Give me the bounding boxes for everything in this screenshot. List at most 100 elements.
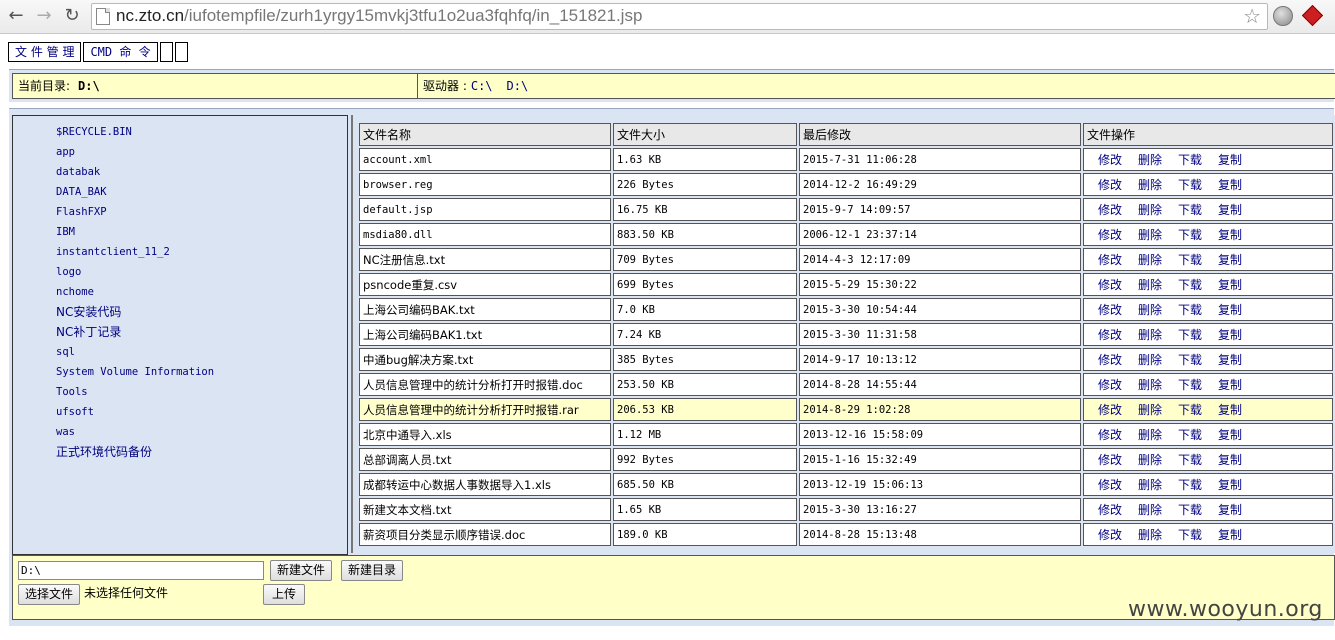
copy-link[interactable]: 复制	[1218, 478, 1242, 492]
edit-link[interactable]: 修改	[1098, 228, 1122, 242]
directory-item[interactable]: System Volume Information	[56, 364, 214, 384]
directory-item[interactable]: IBM	[56, 224, 214, 244]
download-link[interactable]: 下载	[1178, 203, 1202, 217]
edit-link[interactable]: 修改	[1098, 453, 1122, 467]
copy-link[interactable]: 复制	[1218, 528, 1242, 542]
copy-link[interactable]: 复制	[1218, 403, 1242, 417]
directory-item[interactable]: nchome	[56, 284, 214, 304]
delete-link[interactable]: 删除	[1138, 303, 1162, 317]
edit-link[interactable]: 修改	[1098, 253, 1122, 267]
file-name-cell[interactable]: 人员信息管理中的统计分析打开时报错.doc	[359, 373, 611, 396]
file-name-cell[interactable]: 成都转运中心数据人事数据导入1.xls	[359, 473, 611, 496]
download-link[interactable]: 下载	[1178, 478, 1202, 492]
reload-icon[interactable]: ↻	[60, 4, 84, 28]
file-name-cell[interactable]: 新建文本文档.txt	[359, 498, 611, 521]
back-icon[interactable]: ←	[4, 4, 28, 28]
directory-item[interactable]: sql	[56, 344, 214, 364]
copy-link[interactable]: 复制	[1218, 453, 1242, 467]
directory-item[interactable]: NC补丁记录	[56, 324, 214, 344]
cmd-button[interactable]: CMD 命 令	[83, 42, 158, 62]
edit-link[interactable]: 修改	[1098, 328, 1122, 342]
file-manager-button[interactable]: 文 件 管 理	[8, 42, 82, 62]
download-link[interactable]: 下载	[1178, 253, 1202, 267]
copy-link[interactable]: 复制	[1218, 203, 1242, 217]
directory-item[interactable]: instantclient_11_2	[56, 244, 214, 264]
directory-item[interactable]: FlashFXP	[56, 204, 214, 224]
download-link[interactable]: 下载	[1178, 403, 1202, 417]
file-name-cell[interactable]: 人员信息管理中的统计分析打开时报错.rar	[359, 398, 611, 421]
file-name-cell[interactable]: browser.reg	[359, 173, 611, 196]
directory-item[interactable]: databak	[56, 164, 214, 184]
file-name-cell[interactable]: msdia80.dll	[359, 223, 611, 246]
file-name-cell[interactable]: default.jsp	[359, 198, 611, 221]
download-link[interactable]: 下载	[1178, 178, 1202, 192]
delete-link[interactable]: 删除	[1138, 478, 1162, 492]
download-link[interactable]: 下载	[1178, 428, 1202, 442]
delete-link[interactable]: 删除	[1138, 278, 1162, 292]
delete-link[interactable]: 删除	[1138, 378, 1162, 392]
download-link[interactable]: 下载	[1178, 278, 1202, 292]
delete-link[interactable]: 删除	[1138, 453, 1162, 467]
globe-icon[interactable]	[1273, 6, 1293, 26]
address-bar[interactable]: nc.zto.cn/iufotempfile/zurh1yrgy15mvkj3t…	[91, 3, 1268, 30]
copy-link[interactable]: 复制	[1218, 178, 1242, 192]
address-url[interactable]: nc.zto.cn/iufotempfile/zurh1yrgy15mvkj3t…	[116, 6, 642, 26]
download-link[interactable]: 下载	[1178, 528, 1202, 542]
file-name-cell[interactable]: 上海公司编码BAK1.txt	[359, 323, 611, 346]
file-name-cell[interactable]: psncode重复.csv	[359, 273, 611, 296]
edit-link[interactable]: 修改	[1098, 353, 1122, 367]
edit-link[interactable]: 修改	[1098, 503, 1122, 517]
delete-link[interactable]: 删除	[1138, 153, 1162, 167]
download-link[interactable]: 下载	[1178, 503, 1202, 517]
delete-link[interactable]: 删除	[1138, 253, 1162, 267]
choose-file-button[interactable]: 选择文件	[18, 584, 81, 605]
file-name-cell[interactable]: 北京中通导入.xls	[359, 423, 611, 446]
directory-item[interactable]: was	[56, 424, 214, 444]
menu-button-empty-1[interactable]	[159, 42, 173, 62]
file-name-cell[interactable]: 中通bug解决方案.txt	[359, 348, 611, 371]
download-link[interactable]: 下载	[1178, 378, 1202, 392]
directory-item[interactable]: Tools	[56, 384, 214, 404]
copy-link[interactable]: 复制	[1218, 428, 1242, 442]
directory-item[interactable]: NC安装代码	[56, 304, 214, 324]
delete-link[interactable]: 删除	[1138, 178, 1162, 192]
new-file-button[interactable]: 新建文件	[270, 560, 333, 581]
edit-link[interactable]: 修改	[1098, 278, 1122, 292]
copy-link[interactable]: 复制	[1218, 378, 1242, 392]
delete-link[interactable]: 删除	[1138, 403, 1162, 417]
copy-link[interactable]: 复制	[1218, 278, 1242, 292]
delete-link[interactable]: 删除	[1138, 228, 1162, 242]
edit-link[interactable]: 修改	[1098, 378, 1122, 392]
menu-button-empty-2[interactable]	[174, 42, 188, 62]
delete-link[interactable]: 删除	[1138, 528, 1162, 542]
delete-link[interactable]: 删除	[1138, 328, 1162, 342]
download-link[interactable]: 下载	[1178, 153, 1202, 167]
directory-item[interactable]: $RECYCLE.BIN	[56, 124, 214, 144]
directory-item[interactable]: ufsoft	[56, 404, 214, 424]
download-link[interactable]: 下载	[1178, 353, 1202, 367]
download-link[interactable]: 下载	[1178, 228, 1202, 242]
delete-link[interactable]: 删除	[1138, 353, 1162, 367]
delete-link[interactable]: 删除	[1138, 503, 1162, 517]
directory-item[interactable]: app	[56, 144, 214, 164]
edit-link[interactable]: 修改	[1098, 303, 1122, 317]
file-name-cell[interactable]: 上海公司编码BAK.txt	[359, 298, 611, 321]
copy-link[interactable]: 复制	[1218, 503, 1242, 517]
edit-link[interactable]: 修改	[1098, 478, 1122, 492]
download-link[interactable]: 下载	[1178, 328, 1202, 342]
download-link[interactable]: 下载	[1178, 453, 1202, 467]
directory-item[interactable]: DATA_BAK	[56, 184, 214, 204]
file-name-cell[interactable]: 薪资项目分类显示顺序错误.doc	[359, 523, 611, 546]
edit-link[interactable]: 修改	[1098, 178, 1122, 192]
new-directory-button[interactable]: 新建目录	[341, 560, 404, 581]
upload-button[interactable]: 上传	[263, 584, 306, 605]
forward-icon[interactable]: →	[32, 4, 56, 28]
file-name-cell[interactable]: 总部调离人员.txt	[359, 448, 611, 471]
edit-link[interactable]: 修改	[1098, 153, 1122, 167]
copy-link[interactable]: 复制	[1218, 153, 1242, 167]
copy-link[interactable]: 复制	[1218, 253, 1242, 267]
edit-link[interactable]: 修改	[1098, 528, 1122, 542]
copy-link[interactable]: 复制	[1218, 228, 1242, 242]
edit-link[interactable]: 修改	[1098, 428, 1122, 442]
file-name-cell[interactable]: NC注册信息.txt	[359, 248, 611, 271]
